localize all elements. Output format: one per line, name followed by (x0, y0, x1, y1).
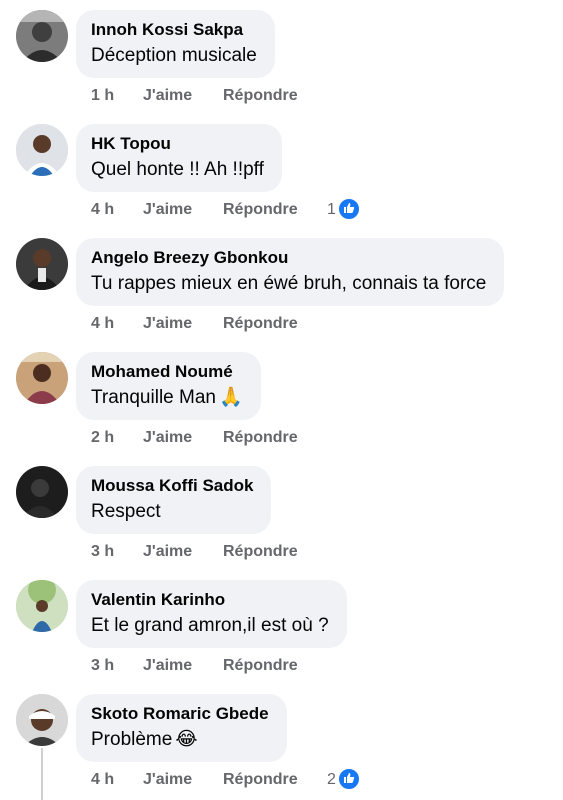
comment-time[interactable]: 2 h (91, 427, 131, 449)
comment-bubble: HK Topou Quel honte !! Ah !!pff (76, 124, 282, 192)
reply-button[interactable]: Répondre (223, 313, 319, 335)
comment-author[interactable]: HK Topou (91, 133, 264, 155)
comment-author[interactable]: Innoh Kossi Sakpa (91, 19, 257, 41)
reply-button[interactable]: Répondre (223, 655, 319, 677)
avatar[interactable] (16, 580, 68, 632)
like-button[interactable]: J'aime (143, 427, 223, 449)
comment-actions: 2 h J'aime Répondre (91, 427, 319, 449)
like-button[interactable]: J'aime (143, 769, 223, 791)
comment-author[interactable]: Moussa Koffi Sadok (91, 475, 253, 497)
comment-text: Problème 😂 (91, 727, 269, 753)
reaction-number: 2 (327, 771, 336, 788)
reply-button[interactable]: Répondre (223, 199, 319, 221)
reply-button[interactable]: Répondre (223, 427, 319, 449)
like-button[interactable]: J'aime (143, 541, 223, 563)
avatar[interactable] (16, 466, 68, 518)
comment-text-content: Tranquille Man (91, 387, 216, 408)
comment-time[interactable]: 4 h (91, 313, 131, 335)
comment-bubble: Skoto Romaric Gbede Problème 😂 (76, 694, 287, 762)
avatar[interactable] (16, 238, 68, 290)
comment-time[interactable]: 1 h (91, 85, 131, 107)
comment-text-content: Problème (91, 729, 173, 750)
comment: Angelo Breezy Gbonkou Tu rappes mieux en… (0, 228, 563, 342)
avatar[interactable] (16, 124, 68, 176)
thumbs-up-icon (337, 768, 360, 790)
like-button[interactable]: J'aime (143, 199, 223, 221)
comment-bubble: Valentin Karinho Et le grand amron,il es… (76, 580, 347, 648)
comment-author[interactable]: Mohamed Noumé (91, 361, 243, 383)
like-button[interactable]: J'aime (143, 85, 223, 107)
avatar[interactable] (16, 694, 68, 746)
comment-text: Respect (91, 501, 161, 522)
reply-button[interactable]: Répondre (223, 541, 319, 563)
reply-button[interactable]: Répondre (223, 85, 319, 107)
comment: Moussa Koffi Sadok Respect 3 h J'aime Répo… (0, 456, 563, 570)
comment: Mohamed Noumé Tranquille Man 🙏 2 h J'aime R… (0, 342, 563, 456)
reply-thread-line (41, 748, 43, 800)
comment-actions: 4 h J'aime Répondre (91, 769, 319, 791)
comment-time[interactable]: 3 h (91, 655, 131, 677)
like-button[interactable]: J'aime (143, 655, 223, 677)
comment-author[interactable]: Skoto Romaric Gbede (91, 703, 269, 725)
comment-text: Tu rappes mieux en éwé bruh, connais ta … (91, 273, 487, 294)
comment: Innoh Kossi Sakpa Déception musicale 1 h… (0, 0, 563, 114)
comment-text: Déception musicale (91, 45, 257, 66)
comment-bubble: Angelo Breezy Gbonkou Tu rappes mieux en… (76, 238, 505, 306)
comment-author[interactable]: Angelo Breezy Gbonkou (91, 247, 486, 269)
comment-actions: 4 h J'aime Répondre (91, 313, 319, 335)
like-button[interactable]: J'aime (143, 313, 223, 335)
comment-bubble: Innoh Kossi Sakpa Déception musicale (76, 10, 275, 78)
comment-actions: 3 h J'aime Répondre (91, 655, 319, 677)
comment-time[interactable]: 4 h (91, 769, 131, 791)
comment-time[interactable]: 4 h (91, 199, 131, 221)
comment-text: Et le grand amron,il est où ? (91, 615, 329, 636)
avatar[interactable] (16, 352, 68, 404)
comment-actions: 3 h J'aime Répondre (91, 541, 319, 563)
thumbs-up-icon (337, 198, 360, 220)
comment-bubble: Mohamed Noumé Tranquille Man 🙏 (76, 352, 261, 420)
comment: Valentin Karinho Et le grand amron,il es… (0, 570, 563, 684)
avatar[interactable] (16, 10, 68, 62)
comment: Skoto Romaric Gbede Problème 😂 4 h J'aime R… (0, 684, 563, 798)
comment-time[interactable]: 3 h (91, 541, 131, 563)
reply-button[interactable]: Répondre (223, 769, 319, 791)
laughing-emoji: 😂 (175, 729, 198, 750)
reaction-number: 1 (327, 201, 336, 218)
comment-bubble: Moussa Koffi Sadok Respect (76, 466, 272, 534)
comment-text: Quel honte !! Ah !!pff (91, 159, 264, 180)
comment-actions: 1 h J'aime Répondre (91, 85, 319, 107)
comment-author[interactable]: Valentin Karinho (91, 589, 329, 611)
comment-actions: 4 h J'aime Répondre (91, 199, 319, 221)
reaction-count[interactable]: 1 (327, 198, 360, 221)
comment: HK Topou Quel honte !! Ah !!pff 4 h J'aim… (0, 114, 563, 228)
comment-text: Tranquille Man 🙏 (91, 385, 243, 411)
praying-hands-emoji: 🙏 (218, 387, 243, 408)
reaction-count[interactable]: 2 (327, 768, 360, 791)
